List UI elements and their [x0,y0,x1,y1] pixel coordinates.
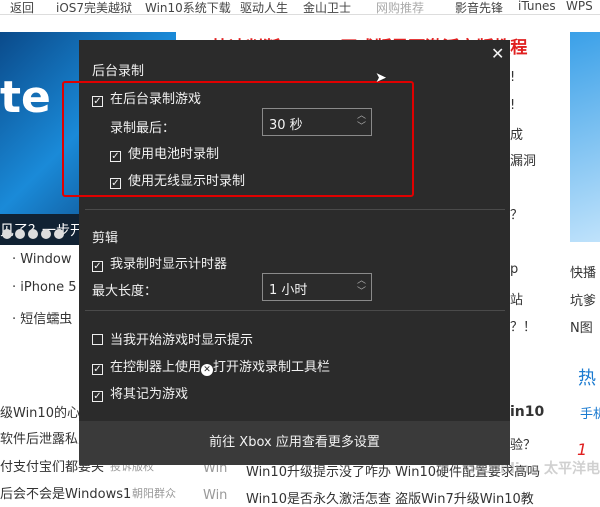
nav-link[interactable]: WPS [566,0,593,13]
list-item[interactable]: N图 [570,317,593,336]
highlight-box [62,81,414,197]
news-item[interactable]: 软件后泄露私人 [0,428,91,447]
nav-link[interactable]: iTunes [518,0,556,13]
text-fragment: ？ [510,208,524,223]
link[interactable]: 手机 [580,403,600,422]
nav-link[interactable]: 影音先锋 [455,0,503,14]
divider [85,209,505,210]
nav-link[interactable]: Win10系统下载 [145,0,231,14]
nav-link[interactable]: 金山卫士 [303,0,351,14]
rank-number: 1 [577,440,588,459]
news-tag: Win [203,488,228,503]
xbox-icon: ✕ [201,364,214,376]
news-item[interactable]: 级Win10的心 [0,402,80,421]
text-fragment: 站 [510,293,524,308]
divider [85,310,505,311]
carousel-dots[interactable] [2,224,67,243]
text-fragment: p [510,262,519,277]
list-item[interactable]: · iPhone 5 [12,280,77,295]
list-item[interactable]: · Window [12,252,72,267]
nav-link[interactable]: 驱动人生 [240,0,288,14]
show-tips-checkbox[interactable]: 当我开始游戏时显示提示 [92,329,253,348]
text-fragment: 验？ [510,438,537,453]
text-fragment: ？！ [510,320,537,335]
checkbox-icon: ✓ [92,391,103,402]
list-item[interactable]: · 短信蠕虫 [12,308,72,327]
checkbox-icon [92,334,103,345]
remember-game-checkbox[interactable]: ✓ 将其记为游戏 [92,383,188,402]
news-item[interactable]: 后会不会是Windows1 [0,483,131,502]
nav-link[interactable]: 返回 [10,0,34,14]
text-fragment: ! [510,70,516,85]
list-item[interactable]: 快播 [570,262,596,281]
max-length-select[interactable]: 1 小时 ︿ ﹀ [262,273,372,301]
text-fragment: 漏洞 [510,154,537,169]
max-length-label: 最大长度： [92,284,158,299]
nav-link[interactable]: 网购推荐 [376,0,424,14]
text-fragment: ! [510,98,516,113]
xbox-settings-link[interactable]: 前往 Xbox 应用查看更多设置 [79,421,510,465]
site-nav: 返回 iOS7完美越狱 Win10系统下载 驱动人生 金山卫士 网购推荐 影音先… [0,0,600,15]
text-fragment: 成 [510,128,524,143]
checkbox-icon: ✓ [92,261,103,272]
side-image[interactable] [570,32,600,242]
section-title: 后台录制 [92,64,145,79]
show-timer-checkbox[interactable]: ✓ 我录制时显示计时器 [92,253,227,272]
close-icon[interactable]: ✕ [491,44,504,63]
controller-checkbox[interactable]: ✓ 在控制器上使用 ✕ 打开游戏录制工具栏 [92,356,330,376]
news-source: 朝阳群众 [132,487,176,500]
nav-link[interactable]: iOS7完美越狱 [56,0,132,14]
spinner-icon: ︿ ﹀ [356,276,366,297]
text-fragment: in10 [510,404,545,420]
list-item[interactable]: 坑爹 [570,290,596,309]
cursor-icon: ➤ [375,70,387,86]
checkbox-icon: ✓ [92,364,103,375]
section-heading: 热 [578,368,596,389]
section-title: 剪辑 [92,231,119,246]
news-item[interactable]: Win10是否永久激活怎查 盗版Win7升级Win10教 [246,488,534,507]
